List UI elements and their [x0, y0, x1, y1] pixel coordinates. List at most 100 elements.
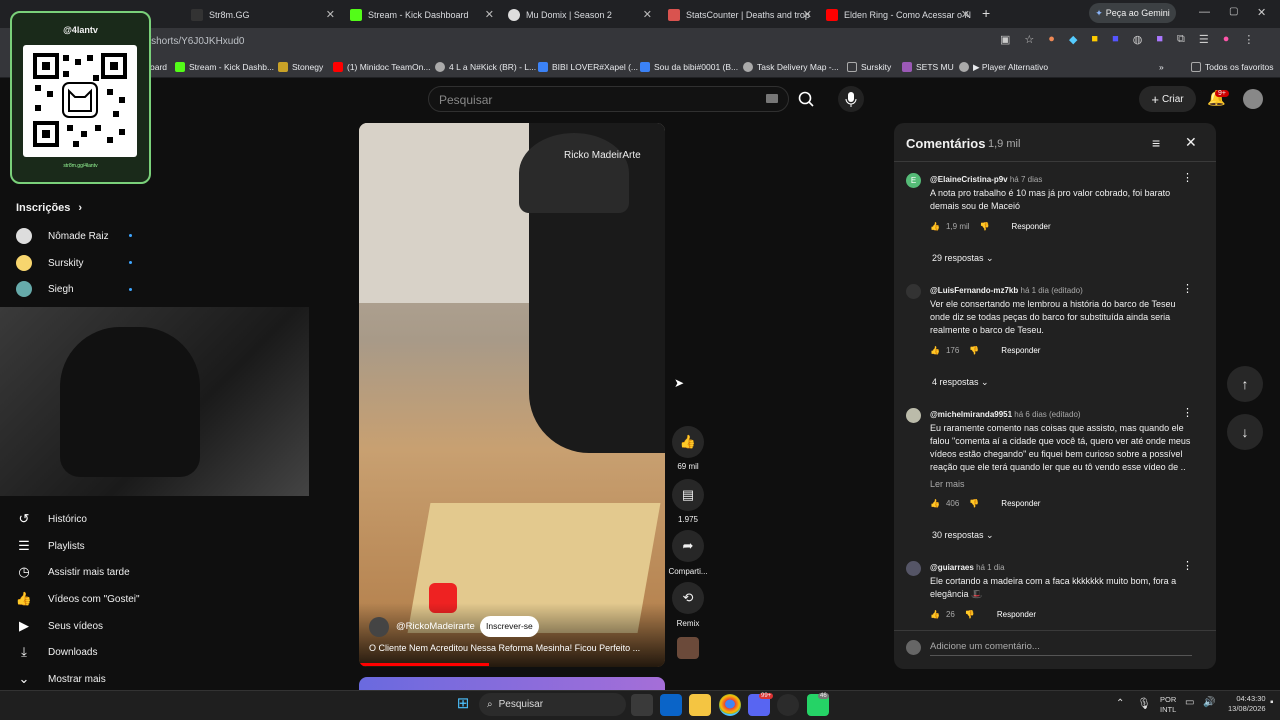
previous-video-button[interactable]: ↑ [1227, 366, 1263, 402]
avatar[interactable] [1243, 89, 1263, 109]
tab-youtube-active[interactable]: Elden Ring - Como Acessar o N ✕ [818, 4, 976, 26]
thumbs-up-icon[interactable]: 👍 [930, 610, 940, 619]
next-video-button[interactable]: ↓ [1227, 414, 1263, 450]
language-indicator[interactable]: POR INTL [1160, 695, 1176, 715]
thumbs-down-icon[interactable]: 👎 [969, 346, 979, 355]
bookmark[interactable]: ▶ Player Alternativo [959, 59, 1048, 75]
create-button[interactable]: + Criar [1139, 86, 1196, 112]
comment-author[interactable]: @ElaineCristina-p9v [930, 175, 1008, 184]
cast-icon[interactable]: ▣ [1000, 33, 1010, 46]
chevron-right-icon[interactable]: » [1159, 59, 1164, 75]
search-button[interactable] [789, 86, 825, 112]
url-field[interactable]: m/shorts/Y6J0JKHxud0 [140, 32, 1000, 52]
extension-icon[interactable]: ● [1048, 33, 1055, 46]
menu-icon[interactable]: ☰ [1199, 33, 1209, 46]
like-button[interactable]: 👍 [672, 426, 704, 458]
gemini-button[interactable]: ✦ Peça ao Gemini [1089, 3, 1176, 23]
keyboard-icon[interactable] [766, 94, 778, 103]
kebab-icon[interactable]: ⋮ [1182, 282, 1193, 295]
extension-icon[interactable]: ■ [1112, 33, 1119, 46]
comment-author[interactable]: @michelmiranda9951 [930, 410, 1012, 419]
add-comment-input[interactable]: Adicione um comentário... [930, 641, 1192, 656]
all-favorites[interactable]: Todos os favoritos [1191, 59, 1274, 75]
avatar[interactable]: E [906, 173, 921, 188]
thumbs-down-icon[interactable]: 👎 [969, 499, 979, 508]
bookmark[interactable]: BIBI LOVER#Xapel (... [538, 59, 638, 75]
close-window-icon[interactable]: ✕ [1257, 6, 1266, 19]
subscribe-button[interactable]: Inscrever-se [480, 616, 539, 637]
thumbs-down-icon[interactable]: 👎 [965, 610, 975, 619]
star-icon[interactable]: ☆ [1024, 33, 1034, 46]
subscription-item[interactable]: Nômade Raiz [16, 228, 109, 244]
short-video-player[interactable]: Ricko MadeirArte @RickoMadeirarte Inscre… [359, 123, 665, 667]
bookmark[interactable]: Stream - Kick Dashb... [175, 59, 274, 75]
maximize-icon[interactable]: ▢ [1229, 6, 1238, 17]
thumbs-up-icon[interactable]: 👍 [930, 222, 940, 231]
read-more-link[interactable]: Ler mais [930, 478, 1192, 491]
sidebar-item-your-videos[interactable]: ▶ Seus vídeos [16, 618, 103, 634]
close-icon[interactable]: ✕ [643, 8, 652, 21]
voice-search-button[interactable] [838, 86, 864, 112]
tab-stats[interactable]: StatsCounter | Deaths and trop ✕ [660, 4, 818, 26]
extension-icon[interactable]: ■ [1091, 33, 1098, 46]
replies-toggle[interactable]: 4 respostas ⌄ [932, 377, 989, 388]
sidebar-item-liked[interactable]: 👍 Vídeos com "Gostei" [16, 591, 140, 607]
video-title[interactable]: O Cliente Nem Acreditou Nessa Reforma Me… [369, 643, 659, 653]
progress-bar[interactable] [359, 663, 489, 666]
audio-thumbnail[interactable] [677, 637, 699, 659]
remix-button[interactable]: ⟲ [672, 582, 704, 614]
reply-button[interactable]: Responder [1001, 346, 1040, 355]
bookmark[interactable]: Sou da bibi#0001 (B... [640, 59, 738, 75]
subscriptions-title[interactable]: Inscrições › [16, 202, 82, 214]
kebab-icon[interactable]: ⋮ [1182, 559, 1193, 572]
kebab-icon[interactable]: ⋮ [1182, 406, 1193, 419]
thumbs-up-icon[interactable]: 👍 [930, 499, 940, 508]
monitor-icon[interactable]: ▭ [1185, 697, 1194, 708]
reply-button[interactable]: Responder [1001, 499, 1040, 508]
reply-button[interactable]: Responder [997, 610, 1036, 619]
close-icon[interactable]: ✕ [803, 8, 812, 21]
channel-avatar[interactable] [369, 617, 389, 637]
bookmark[interactable]: (1) Minidoc TeamOn... [333, 59, 430, 75]
subscription-item[interactable]: Surskity [16, 255, 84, 271]
extension-icon[interactable]: ■ [1156, 33, 1163, 46]
chrome-icon[interactable] [719, 694, 741, 716]
thumbs-up-icon[interactable]: 👍 [930, 346, 940, 355]
tab-str8m[interactable]: Str8m.GG ✕ [183, 4, 341, 26]
profile-icon[interactable]: ● [1223, 33, 1230, 46]
replies-toggle[interactable]: 29 respostas ⌄ [932, 253, 994, 264]
extension-icon[interactable]: ◆ [1069, 33, 1077, 46]
comments-button[interactable]: ▤ [672, 479, 704, 511]
sidebar-item-downloads[interactable]: ⤓ Downloads [16, 644, 97, 660]
avatar[interactable] [906, 408, 921, 423]
clock[interactable]: 04:43:30 13/08/2026 [1228, 694, 1266, 714]
comment-author[interactable]: @guiarraes [930, 563, 974, 572]
avatar[interactable] [906, 284, 921, 299]
sidebar-item-history[interactable]: ↺ Histórico [16, 511, 87, 527]
sidebar-item-playlists[interactable]: ☰ Playlists [16, 538, 85, 554]
puzzle-icon[interactable]: ⧉ [1177, 33, 1185, 46]
share-button[interactable]: ➦ [672, 530, 704, 562]
close-icon[interactable]: ✕ [1185, 134, 1197, 151]
outlook-icon[interactable] [660, 694, 682, 716]
mic-icon[interactable]: 🎙 [1137, 697, 1151, 710]
new-tab-icon[interactable]: + [982, 5, 990, 21]
thumbs-down-icon[interactable]: 👎 [980, 222, 990, 231]
kebab-icon[interactable]: ⋮ [1243, 33, 1254, 46]
minimize-icon[interactable]: — [1199, 6, 1210, 18]
search-input[interactable]: Pesquisar [428, 86, 789, 112]
volume-icon[interactable]: 🔊 [1203, 697, 1215, 708]
folder-icon[interactable] [689, 694, 711, 716]
notification-icon[interactable]: ▪ [1270, 697, 1274, 708]
close-icon[interactable]: ✕ [326, 8, 335, 21]
close-icon[interactable]: ✕ [961, 8, 970, 21]
taskbar-search[interactable]: ⌕ Pesquisar [479, 693, 626, 716]
steam-icon[interactable] [777, 694, 799, 716]
bookmark[interactable]: oard [150, 59, 167, 75]
sort-icon[interactable]: ≡ [1152, 135, 1160, 151]
sidebar-item-watch-later[interactable]: ◷ Assistir mais tarde [16, 564, 129, 580]
sidebar-item-show-more[interactable]: ⌄ Mostrar mais [16, 671, 106, 687]
chevron-up-icon[interactable]: ⌃ [1116, 698, 1124, 709]
replies-toggle[interactable]: 30 respostas ⌄ [932, 530, 994, 541]
bookmark[interactable]: SETS MU [902, 59, 954, 75]
